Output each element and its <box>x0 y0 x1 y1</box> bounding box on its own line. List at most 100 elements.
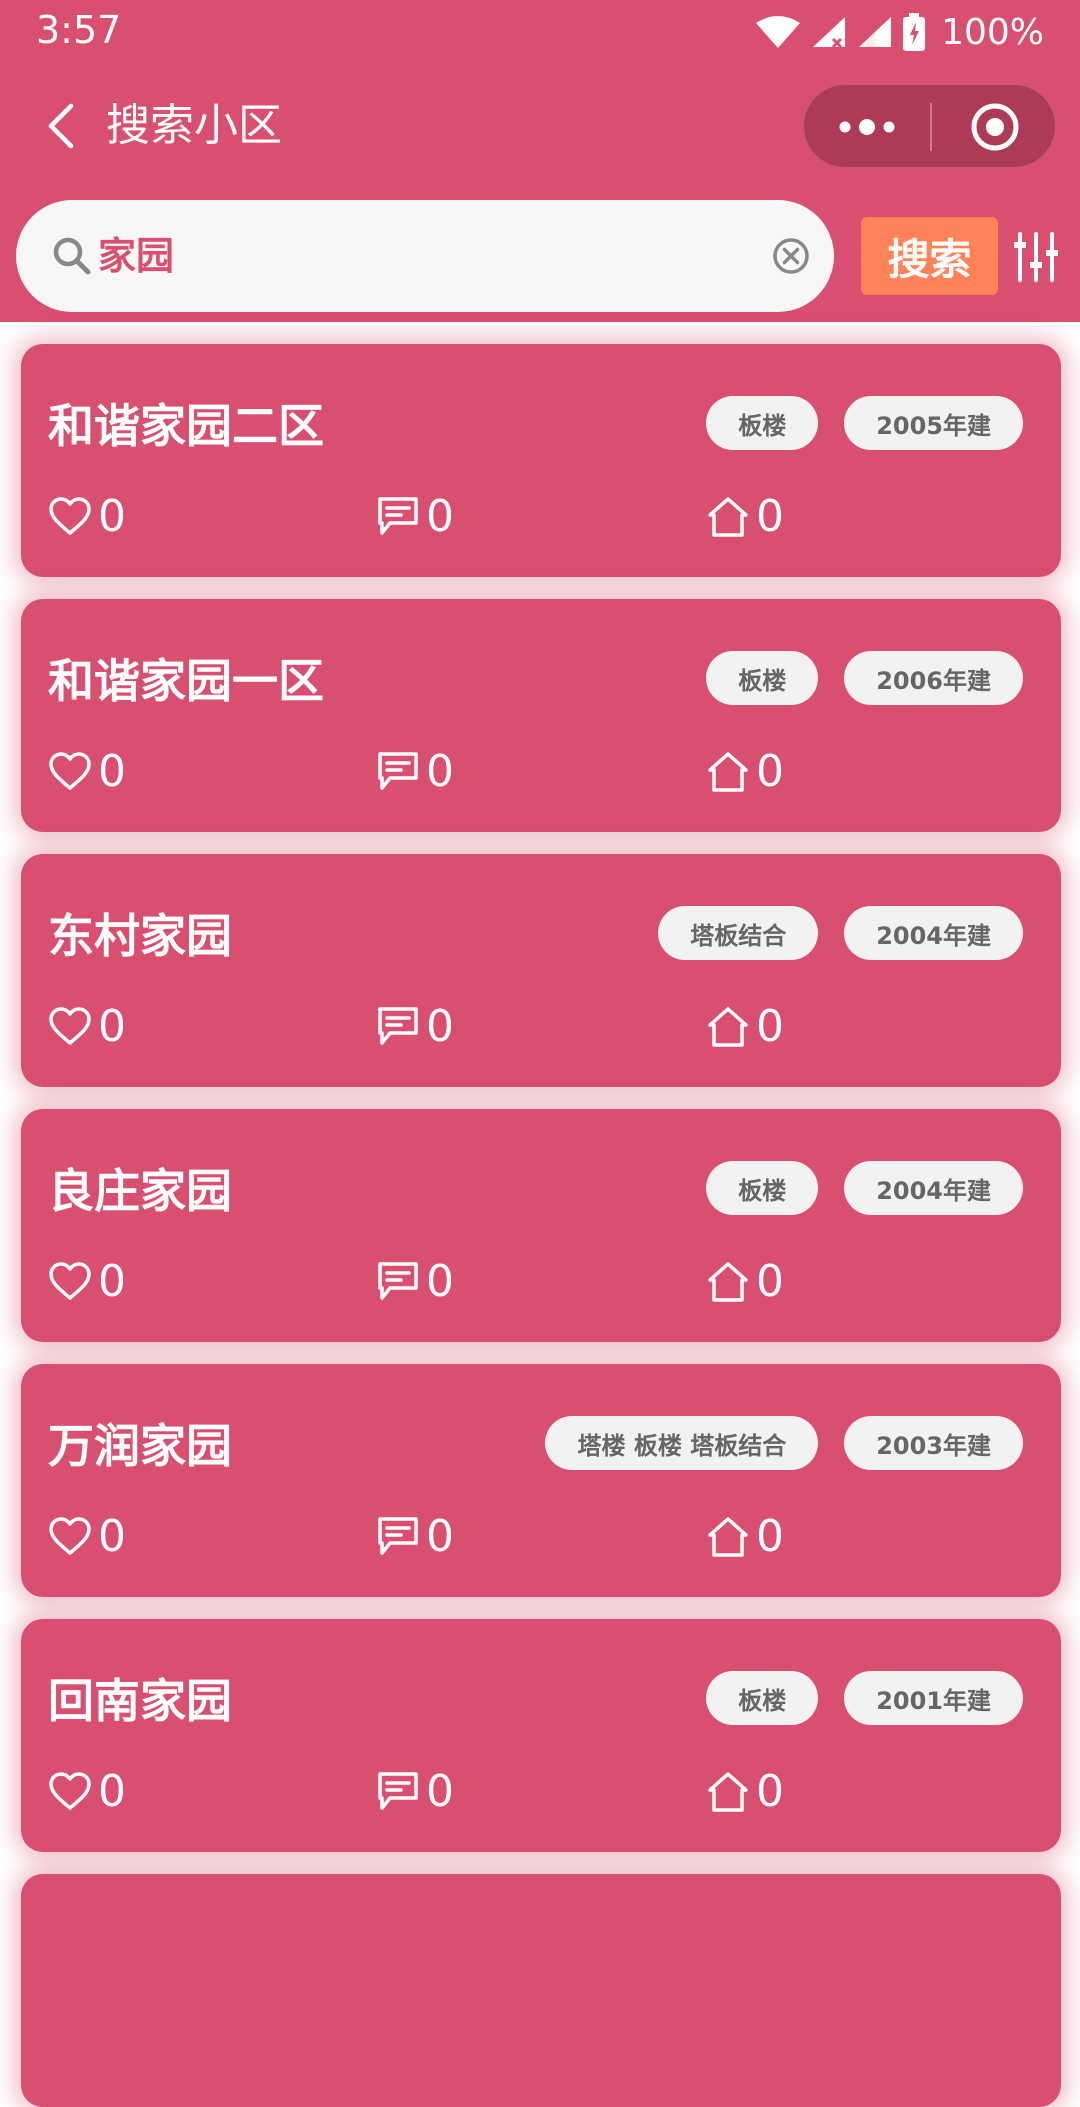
comment-icon <box>378 1262 418 1300</box>
heart-icon <box>49 1772 91 1810</box>
like-stat[interactable]: 0 <box>48 1002 126 1052</box>
filter-sliders-icon[interactable] <box>1012 232 1060 282</box>
signal-icon <box>813 17 846 49</box>
target-circle-icon <box>971 103 1018 151</box>
house-count: 0 <box>756 1511 784 1562</box>
community-name: 和谐家园一区 <box>48 654 324 708</box>
search-icon <box>53 237 91 275</box>
house-count: 0 <box>756 1766 784 1817</box>
community-card-partial[interactable] <box>21 1874 1061 2107</box>
community-card[interactable]: 和谐家园一区 板楼 2006年建 0 0 0 <box>21 599 1061 832</box>
comment-stat[interactable]: 0 <box>376 747 454 797</box>
like-stat[interactable]: 0 <box>48 1767 126 1817</box>
house-stat[interactable]: 0 <box>706 1002 784 1052</box>
house-stat[interactable]: 0 <box>706 1512 784 1562</box>
search-button[interactable]: 搜索 <box>861 217 998 295</box>
tag-group: 塔板结合 2004年建 <box>658 906 1023 960</box>
build-year-tag: 2003年建 <box>844 1416 1023 1470</box>
build-year-tag: 2005年建 <box>844 396 1023 450</box>
comment-stat[interactable]: 0 <box>376 1257 454 1307</box>
tag-group: 板楼 2005年建 <box>706 396 1023 450</box>
clear-icon[interactable] <box>769 234 813 278</box>
tag-group: 板楼 2001年建 <box>706 1671 1023 1725</box>
community-card[interactable]: 万润家园 塔楼 板楼 塔板结合 2003年建 0 0 0 <box>21 1364 1061 1597</box>
house-count: 0 <box>756 1256 784 1307</box>
heart-icon <box>49 1007 91 1045</box>
community-card[interactable]: 东村家园 塔板结合 2004年建 0 0 0 <box>21 854 1061 1087</box>
like-stat[interactable]: 0 <box>48 492 126 542</box>
house-icon <box>708 752 748 792</box>
comment-stat[interactable]: 0 <box>376 1002 454 1052</box>
like-count: 0 <box>98 491 126 542</box>
tag-group: 塔楼 板楼 塔板结合 2003年建 <box>545 1416 1023 1470</box>
house-count: 0 <box>756 1001 784 1052</box>
heart-icon <box>49 1517 91 1555</box>
status-icons: 100% <box>755 10 1044 54</box>
build-year-tag: 2004年建 <box>844 1161 1023 1215</box>
tag-group: 板楼 2004年建 <box>706 1161 1023 1215</box>
community-name: 和谐家园二区 <box>48 399 324 453</box>
community-card[interactable]: 和谐家园二区 板楼 2005年建 0 0 0 <box>21 344 1061 577</box>
nav-bar: 搜索小区 <box>0 66 1080 186</box>
like-count: 0 <box>98 746 126 797</box>
comment-icon <box>378 1007 418 1045</box>
house-stat[interactable]: 0 <box>706 1257 784 1307</box>
like-stat[interactable]: 0 <box>48 747 126 797</box>
building-type-tag: 塔楼 板楼 塔板结合 <box>545 1416 819 1470</box>
back-button[interactable] <box>30 96 90 156</box>
community-name: 万润家园 <box>48 1419 232 1473</box>
search-box <box>16 200 834 312</box>
house-stat[interactable]: 0 <box>706 1767 784 1817</box>
build-year-tag: 2001年建 <box>844 1671 1023 1725</box>
building-type-tag: 塔板结合 <box>658 906 819 960</box>
building-type-tag: 板楼 <box>706 1161 819 1215</box>
like-stat[interactable]: 0 <box>48 1512 126 1562</box>
community-card[interactable]: 良庄家园 板楼 2004年建 0 0 0 <box>21 1109 1061 1342</box>
community-card[interactable]: 回南家园 板楼 2001年建 0 0 0 <box>21 1619 1061 1852</box>
house-count: 0 <box>756 491 784 542</box>
like-stat[interactable]: 0 <box>48 1257 126 1307</box>
house-icon <box>708 497 748 537</box>
battery-level: 100% <box>941 11 1044 53</box>
comment-icon <box>378 497 418 535</box>
status-time: 3:57 <box>36 8 122 52</box>
house-stat[interactable]: 0 <box>706 747 784 797</box>
house-icon <box>708 1517 748 1557</box>
comment-icon <box>378 752 418 790</box>
building-type-tag: 板楼 <box>706 651 819 705</box>
house-icon <box>708 1772 748 1812</box>
build-year-tag: 2006年建 <box>844 651 1023 705</box>
community-name: 良庄家园 <box>48 1164 232 1218</box>
close-mini-program-button[interactable] <box>932 85 1057 169</box>
building-type-tag: 板楼 <box>706 396 819 450</box>
house-icon <box>708 1007 748 1047</box>
more-dots-icon <box>839 119 895 135</box>
battery-icon <box>903 13 926 51</box>
like-count: 0 <box>98 1001 126 1052</box>
more-button[interactable] <box>804 85 930 169</box>
page-title: 搜索小区 <box>106 100 282 151</box>
building-type-tag: 板楼 <box>706 1671 819 1725</box>
comment-count: 0 <box>426 491 454 542</box>
like-count: 0 <box>98 1511 126 1562</box>
header: 3:57 100% 搜索小区 家园 搜索 <box>0 0 1080 322</box>
house-icon <box>708 1262 748 1302</box>
comment-stat[interactable]: 0 <box>376 492 454 542</box>
tag-group: 板楼 2006年建 <box>706 651 1023 705</box>
community-list: 和谐家园二区 板楼 2005年建 0 0 0 和谐家园一区 板楼 2006年建 <box>0 322 1080 2107</box>
house-stat[interactable]: 0 <box>706 492 784 542</box>
comment-stat[interactable]: 0 <box>376 1767 454 1817</box>
search-input[interactable] <box>96 224 736 288</box>
comment-icon <box>378 1772 418 1810</box>
signal-icon-2 <box>859 17 892 47</box>
comment-icon <box>378 1517 418 1555</box>
chevron-left-icon <box>48 103 74 149</box>
mini-program-capsule <box>803 84 1056 168</box>
wifi-icon <box>756 16 801 48</box>
like-count: 0 <box>98 1766 126 1817</box>
heart-icon <box>49 497 91 535</box>
community-name: 东村家园 <box>48 909 232 963</box>
comment-stat[interactable]: 0 <box>376 1512 454 1562</box>
heart-icon <box>49 752 91 790</box>
comment-count: 0 <box>426 746 454 797</box>
